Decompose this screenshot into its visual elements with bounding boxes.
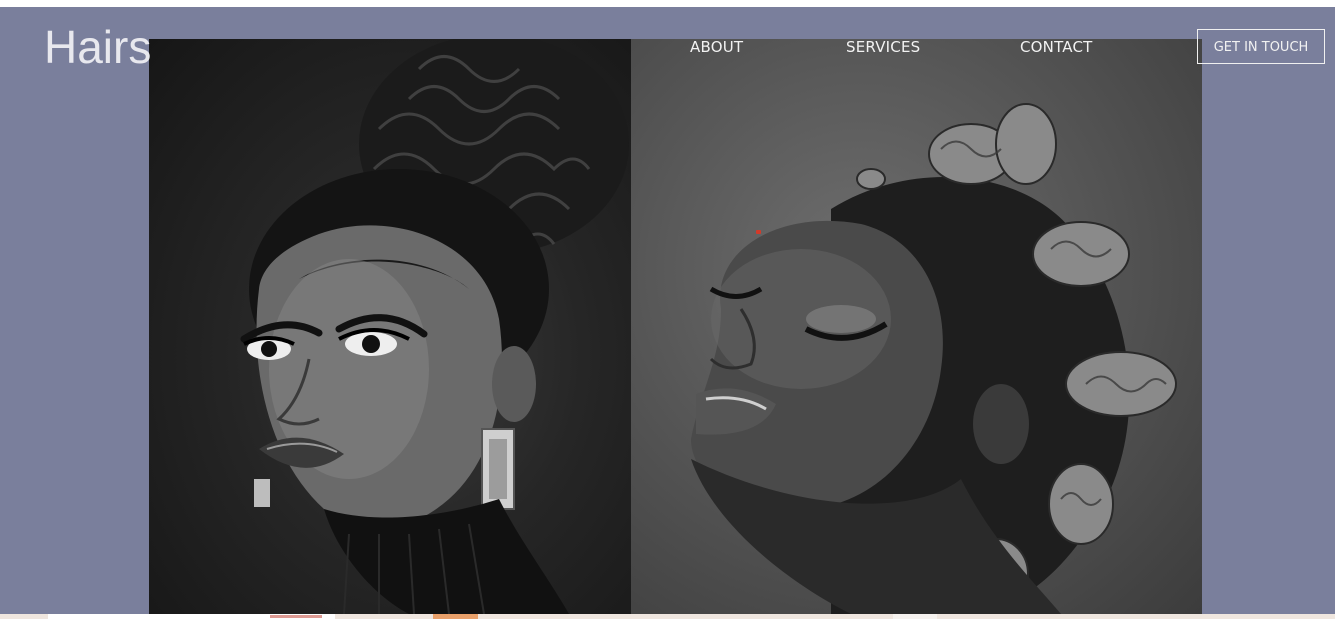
hero-image-right [631,39,1202,614]
next-section-block-light [893,614,937,619]
hero-image-left [149,39,631,614]
get-in-touch-button[interactable]: GET IN TOUCH [1197,29,1325,64]
next-section-accent-orange [433,614,478,619]
next-section-peek [0,614,1335,619]
nav-link-services[interactable]: SERVICES [846,38,920,56]
portrait-left-illustration [240,39,629,614]
next-section-accent [270,615,322,618]
cursor-marker [756,230,761,234]
hero-section: Hairs ABOUT SERVICES CONTACT GET IN TOUC… [0,7,1335,614]
nav-link-contact[interactable]: CONTACT [1020,38,1093,56]
brand-logo[interactable]: Hairs [44,21,151,73]
page: Hairs ABOUT SERVICES CONTACT GET IN TOUC… [0,0,1335,619]
nav-link-about[interactable]: ABOUT [690,38,743,56]
portrait-right-illustration [691,103,1177,614]
